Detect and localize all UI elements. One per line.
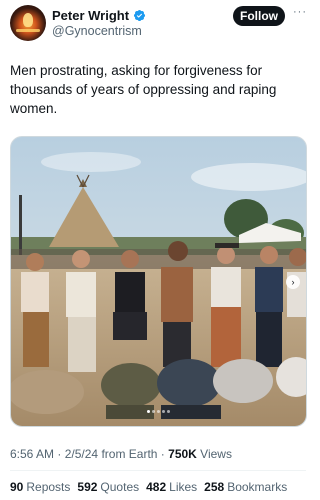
reposts-count: 90 bbox=[10, 480, 24, 494]
views-count[interactable]: 750K bbox=[168, 447, 197, 461]
more-options-icon[interactable]: ··· bbox=[292, 6, 308, 22]
bookmarks-count: 258 bbox=[204, 480, 225, 494]
reposts-label: Reposts bbox=[26, 480, 71, 494]
tweet-meta: 6:56 AM · 2/5/24 from Earth · 750K Views bbox=[10, 447, 232, 461]
engagement-stats: 90 Reposts 592 Quotes 482 Likes 258 Bookmark… bbox=[10, 480, 287, 494]
carousel-dot[interactable] bbox=[157, 410, 160, 413]
tweet-source: from Earth bbox=[101, 447, 158, 461]
likes-count: 482 bbox=[146, 480, 167, 494]
quotes-label: Quotes bbox=[100, 480, 140, 494]
quotes-stat[interactable]: 592 Quotes bbox=[77, 480, 139, 494]
carousel-dot[interactable] bbox=[152, 410, 155, 413]
quotes-count: 592 bbox=[77, 480, 98, 494]
tweet-text: Men prostrating, asking for forgiveness … bbox=[10, 63, 277, 116]
tweet-media-photo[interactable]: › bbox=[10, 136, 307, 427]
carousel-dot[interactable] bbox=[147, 410, 150, 413]
likes-stat[interactable]: 482 Likes bbox=[146, 480, 197, 494]
views-label[interactable]: Views bbox=[200, 447, 232, 461]
author-name[interactable]: Peter Wright bbox=[52, 8, 129, 23]
likes-label: Likes bbox=[169, 480, 198, 494]
bookmarks-label: Bookmarks bbox=[227, 480, 288, 494]
meta-separator: · bbox=[160, 447, 165, 461]
reposts-stat[interactable]: 90 Reposts bbox=[10, 480, 70, 494]
verified-badge-icon bbox=[134, 9, 146, 22]
tweet-time[interactable]: 6:56 AM bbox=[10, 447, 54, 461]
photo-illustration bbox=[11, 137, 306, 426]
meta-separator: · bbox=[57, 447, 62, 461]
tweet-header: Peter Wright @Gynocentrism Follow ··· bbox=[0, 0, 316, 50]
carousel-dots bbox=[11, 400, 306, 418]
avatar-glow-shape bbox=[16, 29, 40, 32]
carousel-next-icon[interactable]: › bbox=[286, 275, 300, 289]
author-handle[interactable]: @Gynocentrism bbox=[52, 24, 142, 38]
bookmarks-stat[interactable]: 258 Bookmarks bbox=[204, 480, 287, 494]
stats-divider bbox=[10, 470, 306, 471]
carousel-dot[interactable] bbox=[167, 410, 170, 413]
avatar-flame-shape bbox=[23, 13, 33, 27]
author-avatar[interactable] bbox=[10, 5, 46, 41]
author-name-row: Peter Wright bbox=[52, 8, 146, 23]
follow-button[interactable]: Follow bbox=[233, 6, 285, 26]
carousel-dot[interactable] bbox=[162, 410, 165, 413]
tweet-date[interactable]: 2/5/24 bbox=[65, 447, 98, 461]
